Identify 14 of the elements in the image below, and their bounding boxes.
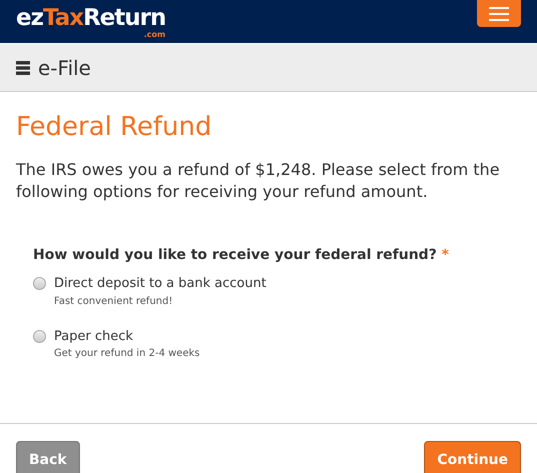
option-label[interactable]: Direct deposit to a bank account xyxy=(54,274,266,294)
menu-button[interactable] xyxy=(477,0,521,27)
option-hint: Get your refund in 2-4 weeks xyxy=(54,347,200,362)
intro-text: The IRS owes you a refund of $1,248. Please select from the following options for receiving your refund amount. xyxy=(16,159,501,204)
page-title: Federal Refund xyxy=(16,112,213,144)
radio-button[interactable] xyxy=(33,330,46,343)
option-hint: Fast convenient refund! xyxy=(54,294,174,309)
required-mark: * xyxy=(442,247,449,264)
menu-icon xyxy=(16,60,30,76)
section-title: e-File xyxy=(38,54,91,82)
logo[interactable]: ezTaxReturn .com xyxy=(16,7,166,36)
radio-button[interactable] xyxy=(33,277,46,290)
option-label[interactable]: Paper check xyxy=(54,326,200,346)
question-label: How would you like to receive your federal refund? xyxy=(33,247,437,264)
